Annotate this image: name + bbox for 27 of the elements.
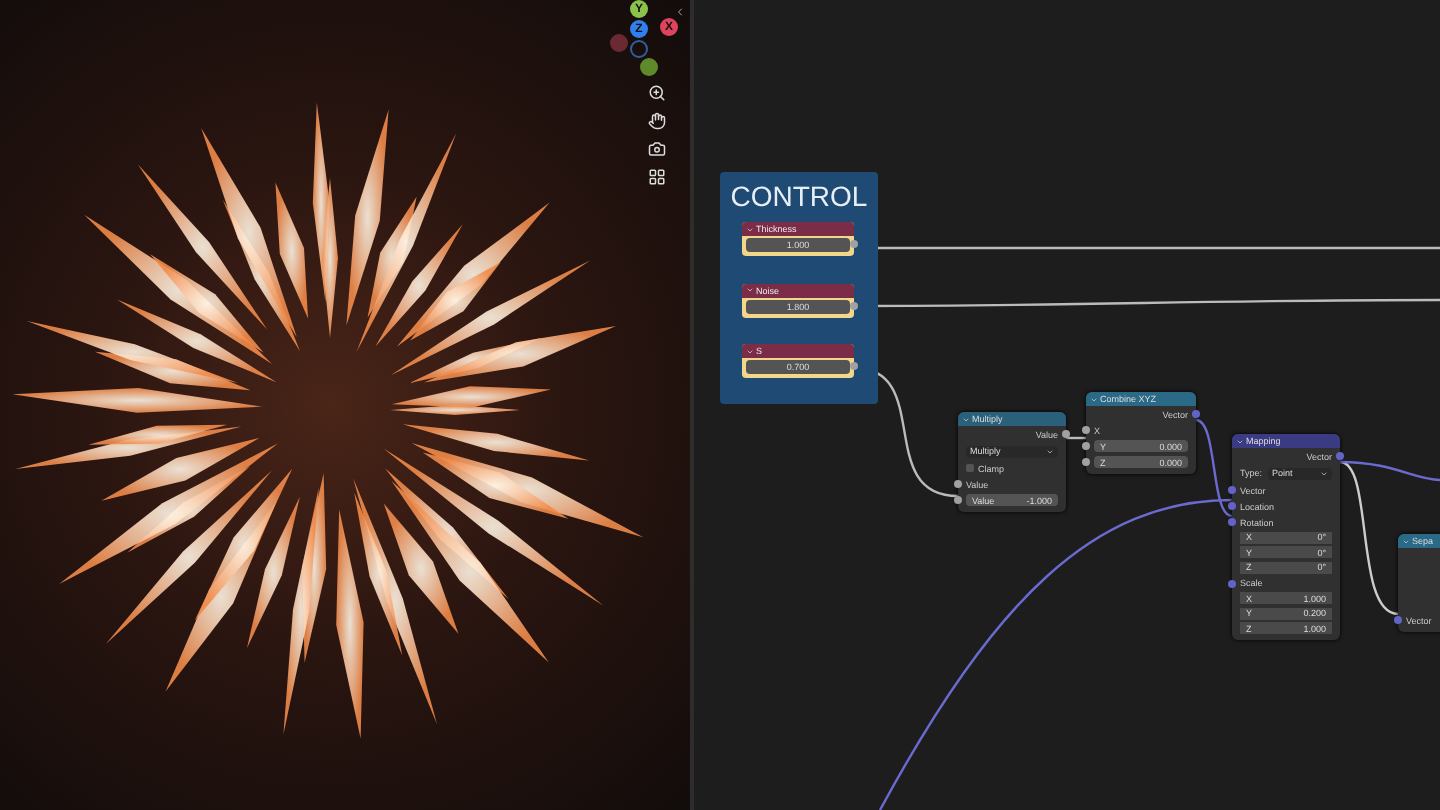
axis-dot[interactable] [630,40,648,58]
hand-icon[interactable] [648,112,666,130]
input-socket[interactable] [1228,502,1236,510]
input-socket[interactable] [954,496,962,504]
output-socket[interactable] [1336,452,1344,460]
input-socket[interactable] [1082,442,1090,450]
camera-icon[interactable] [648,140,666,158]
input-socket[interactable] [1394,616,1402,624]
zoom-icon[interactable] [648,84,666,102]
input-socket[interactable] [1228,579,1236,587]
input-socket[interactable] [954,480,962,488]
grid-icon[interactable] [648,168,666,186]
axis-dot[interactable] [610,34,628,52]
axis-dot[interactable] [640,58,658,76]
output-socket[interactable] [1192,410,1200,418]
output-socket[interactable] [1062,430,1070,438]
node-link [1066,436,1086,440]
frame-title: CONTROL [730,180,868,212]
output-socket[interactable] [850,362,858,371]
input-socket[interactable] [1228,518,1236,526]
collapse-icon[interactable] [674,6,686,18]
input-socket[interactable] [1228,486,1236,494]
output-socket[interactable] [850,301,858,310]
input-socket[interactable] [1082,458,1090,466]
input-socket[interactable] [1082,426,1090,434]
output-socket[interactable] [850,240,858,249]
checkbox[interactable] [966,464,974,472]
